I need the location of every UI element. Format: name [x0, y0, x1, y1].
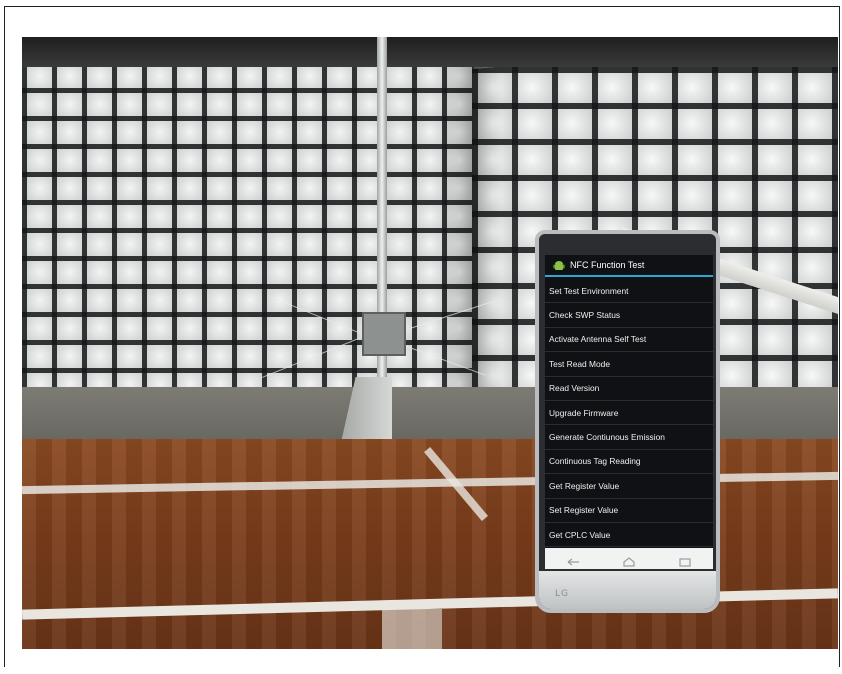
app-title-bar: NFC Function Test — [545, 255, 713, 277]
navigation-bar — [545, 548, 713, 569]
anechoic-chamber-photo: NFC Function Test Set Test Environment C… — [22, 37, 838, 649]
menu-item-activate-antenna-self-test[interactable]: Activate Antenna Self Test — [545, 328, 713, 353]
back-icon[interactable] — [564, 554, 582, 565]
antenna-mount — [362, 312, 406, 356]
menu-item-get-register-value[interactable]: Get Register Value — [545, 474, 713, 499]
menu-item-generate-continuous-emission[interactable]: Generate Contiunous Emission — [545, 425, 713, 450]
app-title: NFC Function Test — [570, 260, 645, 270]
menu-item-get-cplc-value[interactable]: Get CPLC Value — [545, 523, 713, 548]
smartphone: NFC Function Test Set Test Environment C… — [535, 230, 720, 613]
menu-item-set-test-environment[interactable]: Set Test Environment — [545, 279, 713, 304]
wall-corner-shadow — [442, 37, 502, 397]
menu-item-set-register-value[interactable]: Set Register Value — [545, 499, 713, 523]
menu-item-read-version[interactable]: Read Version — [545, 377, 713, 401]
chamber-ceiling — [22, 37, 838, 67]
menu-item-test-read-mode[interactable]: Test Read Mode — [545, 352, 713, 377]
phone-brand-label: LG — [555, 589, 569, 599]
menu-item-continuous-tag-reading[interactable]: Continuous Tag Reading — [545, 450, 713, 475]
menu-item-check-swp-status[interactable]: Check SWP Status — [545, 303, 713, 328]
android-icon — [553, 259, 565, 271]
recent-apps-icon[interactable] — [676, 554, 694, 567]
tape-patch — [382, 609, 442, 649]
absorber-wall-left — [22, 37, 474, 397]
phone-chin: LG — [539, 571, 716, 609]
menu-item-upgrade-firmware[interactable]: Upgrade Firmware — [545, 401, 713, 426]
home-icon[interactable] — [620, 554, 638, 567]
phone-screen: NFC Function Test Set Test Environment C… — [545, 255, 713, 569]
test-menu-list: Set Test Environment Check SWP Status Ac… — [545, 279, 713, 548]
